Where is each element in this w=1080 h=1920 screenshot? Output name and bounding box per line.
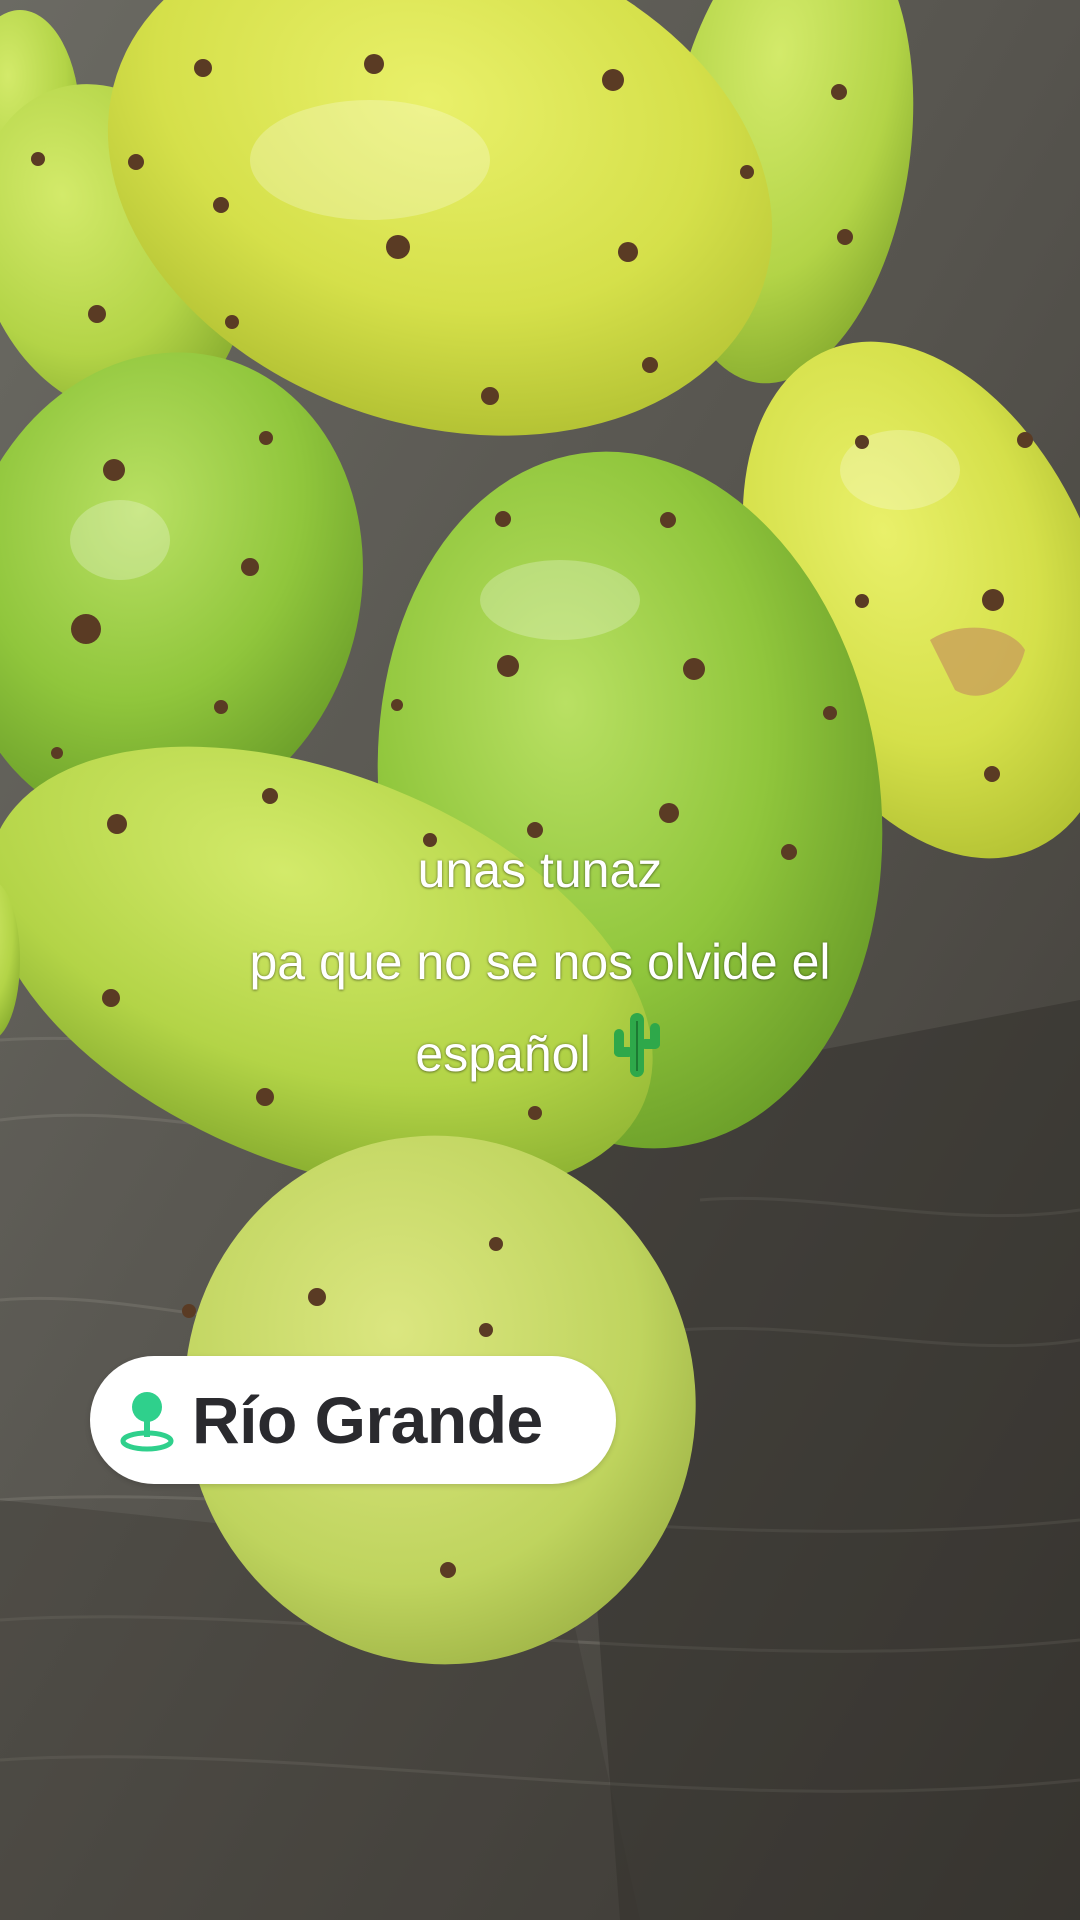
- caption-line-3: español: [0, 1008, 1080, 1100]
- video-caption: unas tunaz pa que no se nos olvide el es…: [0, 824, 1080, 1100]
- location-label: Río Grande: [192, 1383, 543, 1457]
- cactus-icon: [613, 1013, 660, 1077]
- location-pin-icon: [120, 1392, 174, 1452]
- caption-line-2: pa que no se nos olvide el: [249, 934, 831, 990]
- caption-line-3-text: español: [415, 1026, 591, 1082]
- location-sticker[interactable]: Río Grande: [90, 1356, 616, 1484]
- caption-line-1: unas tunaz: [417, 842, 663, 898]
